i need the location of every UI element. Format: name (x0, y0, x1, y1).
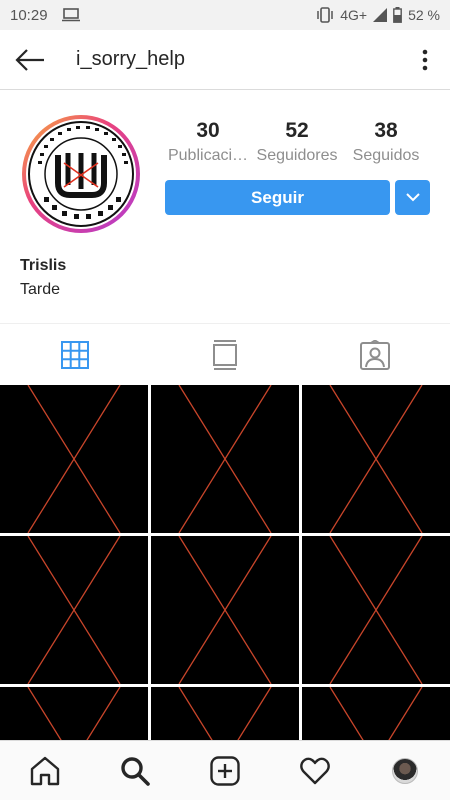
tab-tagged[interactable] (300, 324, 450, 385)
status-time: 10:29 (10, 6, 48, 24)
battery-icon (393, 7, 402, 23)
vibrate-icon (316, 7, 334, 23)
post-thumbnail[interactable] (0, 687, 148, 740)
profile-avatar-icon (392, 757, 418, 784)
posts-label: Publicaci… (167, 147, 249, 164)
post-thumbnail[interactable] (151, 687, 299, 740)
suggestions-dropdown-button[interactable] (395, 180, 430, 215)
followers-count: 52 (285, 119, 309, 142)
profile-section: 30 Publicaci… 52 Seguidores 38 Seguidos … (0, 91, 450, 323)
post-thumbnail[interactable] (302, 536, 450, 684)
post-thumbnail[interactable] (0, 385, 148, 533)
post-thumbnail[interactable] (302, 687, 450, 740)
profile-header: i_sorry_help (0, 30, 450, 90)
post-thumbnail[interactable] (302, 385, 450, 533)
home-icon (30, 756, 60, 785)
post-thumbnail[interactable] (151, 536, 299, 684)
nav-activity[interactable] (285, 741, 345, 800)
screen-icon (61, 8, 80, 22)
bio-text: Tarde (20, 281, 61, 298)
follow-button[interactable]: Seguir (165, 180, 390, 215)
post-thumbnail[interactable] (0, 536, 148, 684)
more-vertical-icon (422, 49, 428, 70)
bottom-navigation (0, 740, 450, 800)
chevron-down-icon (405, 193, 420, 202)
logo-emblem (22, 115, 140, 233)
following-count: 38 (374, 119, 398, 142)
status-bar: 10:29 4G+ 52 % (0, 0, 450, 30)
more-options-button[interactable] (400, 30, 450, 90)
network-type: 4G+ (340, 7, 368, 23)
nav-home[interactable] (15, 741, 75, 800)
profile-tabs (0, 323, 450, 385)
tagged-icon (360, 339, 390, 370)
nav-profile[interactable] (375, 741, 435, 800)
nav-search[interactable] (105, 741, 165, 800)
battery-level: 52 % (408, 7, 440, 23)
header-username: i_sorry_help (76, 48, 185, 70)
grid-icon (61, 340, 89, 369)
signal-icon (373, 8, 388, 22)
back-button[interactable] (0, 30, 60, 90)
profile-avatar[interactable] (20, 113, 142, 235)
back-arrow-icon (15, 48, 44, 71)
stat-followers[interactable]: 52 Seguidores (253, 119, 341, 169)
following-label: Seguidos (352, 147, 420, 164)
display-name: Trislis (20, 257, 67, 274)
post-thumbnail[interactable] (151, 385, 299, 533)
profile-stats: 30 Publicaci… 52 Seguidores 38 Seguidos (164, 119, 430, 169)
search-icon (121, 756, 150, 786)
feed-icon (213, 339, 237, 370)
post-grid (0, 385, 450, 740)
stat-following[interactable]: 38 Seguidos (342, 119, 430, 169)
tab-feed[interactable] (150, 324, 300, 385)
nav-new-post[interactable] (195, 741, 255, 800)
followers-label: Seguidores (256, 147, 338, 164)
tab-grid[interactable] (0, 324, 150, 385)
add-icon (210, 755, 240, 786)
stat-posts[interactable]: 30 Publicaci… (164, 119, 252, 169)
posts-count: 30 (196, 119, 220, 142)
heart-icon (300, 757, 330, 784)
